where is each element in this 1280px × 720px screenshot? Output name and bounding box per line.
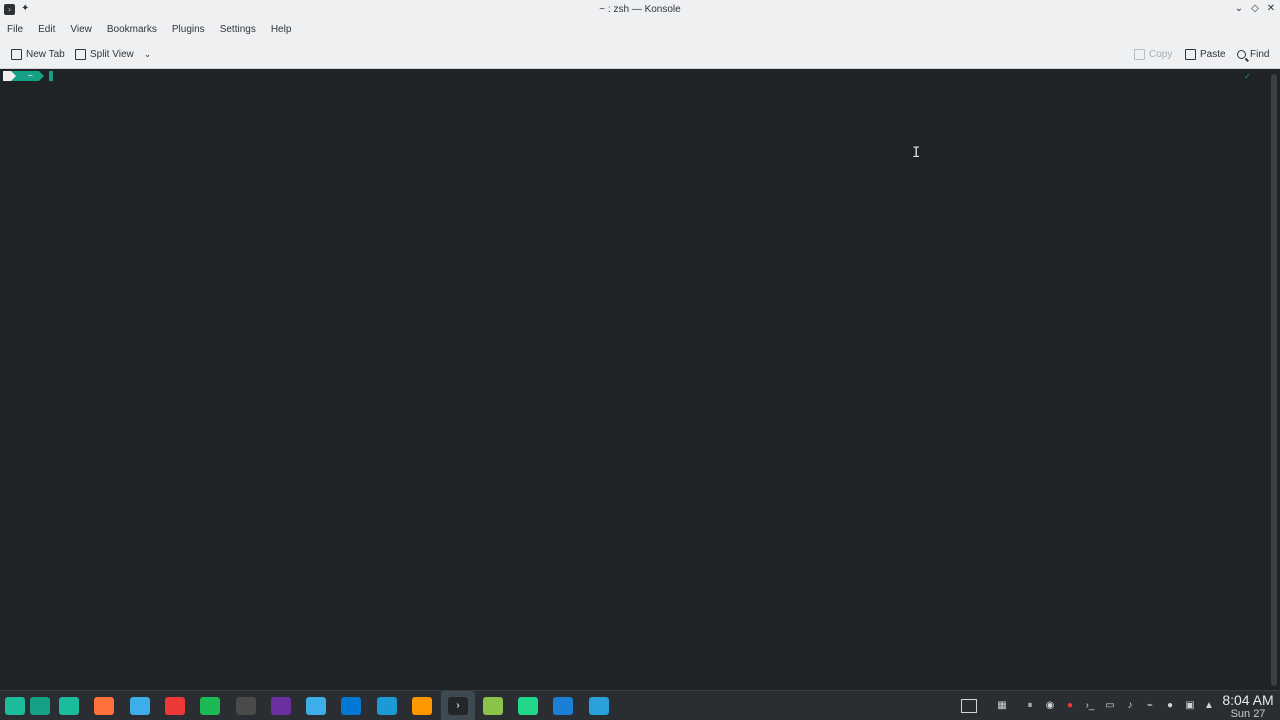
menu-plugins[interactable]: Plugins [167, 24, 210, 35]
text-cursor [48, 71, 53, 81]
window-title: ~ : zsh — Konsole [599, 4, 681, 15]
find-label: Find [1250, 49, 1270, 60]
firefox-icon[interactable] [94, 697, 114, 715]
new-tab-button[interactable]: New Tab [11, 47, 65, 62]
battery-icon[interactable]: ▭ [1104, 700, 1116, 712]
copy-icon [1134, 49, 1145, 60]
toolbar: New Tab Split View ⌄ Copy Paste Find [0, 39, 1280, 69]
new-tab-icon [11, 49, 22, 60]
package-icon[interactable] [483, 697, 503, 715]
menu-help[interactable]: Help [266, 24, 297, 35]
media-icon[interactable] [271, 697, 291, 715]
tray-expand-icon[interactable]: ▲ [1203, 700, 1215, 712]
find-button[interactable]: Find [1237, 47, 1269, 62]
file-manager-icon[interactable] [59, 697, 79, 715]
scrollbar-thumb[interactable] [1271, 74, 1277, 686]
clipboard-icon[interactable]: ▦ [996, 700, 1008, 712]
show-desktop-icon[interactable] [961, 699, 977, 713]
clock[interactable]: 8:04 AM Sun 27 [1218, 692, 1278, 720]
mouse-ibeam-icon: I [912, 145, 921, 161]
terminal-area[interactable] [0, 70, 1268, 690]
close-button[interactable]: ✕ [1264, 2, 1278, 16]
pycharm-icon[interactable] [518, 697, 538, 715]
vivaldi-icon[interactable] [165, 697, 185, 715]
app-launcher-icon[interactable] [5, 697, 25, 715]
scrollbar[interactable] [1268, 70, 1280, 690]
headphones-icon[interactable] [553, 697, 573, 715]
title-bar: › ✦ ~ : zsh — Konsole ⌄ ◇ ✕ [0, 0, 1280, 20]
chromium-icon[interactable] [236, 697, 256, 715]
prompt-dir-segment: ~ [16, 71, 39, 81]
vscode-icon[interactable] [341, 697, 361, 715]
network-icon[interactable]: ▣ [1184, 700, 1196, 712]
taskbar: › ▦ ⏸ ◉ ● ›_ ▭ ♪ ⌁ ● ▣ ▲ 8:04 AM Sun 27 [0, 690, 1280, 720]
right-prompt-status: ✓ [1244, 72, 1251, 81]
usb-icon[interactable]: ⌁ [1144, 700, 1156, 712]
microphone-icon[interactable]: ● [1164, 700, 1176, 712]
paste-icon [1185, 49, 1196, 60]
search-icon [1237, 50, 1246, 59]
menu-file[interactable]: File [2, 24, 28, 35]
copy-button[interactable]: Copy [1134, 47, 1172, 62]
menu-view[interactable]: View [65, 24, 97, 35]
clock-time: 8:04 AM [1222, 692, 1274, 708]
paste-label: Paste [1200, 49, 1226, 60]
text-editor-icon[interactable] [306, 697, 326, 715]
konsole-icon[interactable]: › [441, 691, 475, 720]
telegram-icon[interactable] [589, 697, 609, 715]
spotify-icon[interactable] [200, 697, 220, 715]
terminal-tray-icon[interactable]: ›_ [1084, 700, 1096, 712]
split-view-icon [75, 49, 86, 60]
steam-icon[interactable] [377, 697, 397, 715]
sublime-icon[interactable] [412, 697, 432, 715]
minimize-button[interactable]: ⌄ [1232, 2, 1246, 16]
prompt-user-segment [3, 71, 11, 81]
split-view-button[interactable]: Split View ⌄ [75, 47, 151, 62]
split-view-label: Split View [90, 49, 134, 60]
prompt-separator-icon [38, 71, 44, 81]
shell-prompt: ~ [3, 71, 53, 81]
maximize-button[interactable]: ◇ [1248, 2, 1262, 16]
vpn-icon[interactable]: ◉ [1044, 700, 1056, 712]
pager-icon[interactable] [30, 697, 50, 715]
media-pause-icon[interactable]: ⏸ [1024, 700, 1036, 712]
chevron-down-icon[interactable]: ⌄ [144, 49, 152, 60]
clock-date: Sun 27 [1230, 708, 1266, 720]
copy-label: Copy [1149, 49, 1173, 60]
menu-settings[interactable]: Settings [215, 24, 261, 35]
browser-icon[interactable] [130, 697, 150, 715]
menu-bar: File Edit View Bookmarks Plugins Setting… [0, 20, 1280, 39]
volume-icon[interactable]: ♪ [1124, 700, 1136, 712]
menu-bookmarks[interactable]: Bookmarks [102, 24, 162, 35]
paste-button[interactable]: Paste [1185, 47, 1226, 62]
new-tab-label: New Tab [26, 49, 65, 60]
record-icon[interactable]: ● [1064, 700, 1076, 712]
menu-edit[interactable]: Edit [33, 24, 60, 35]
